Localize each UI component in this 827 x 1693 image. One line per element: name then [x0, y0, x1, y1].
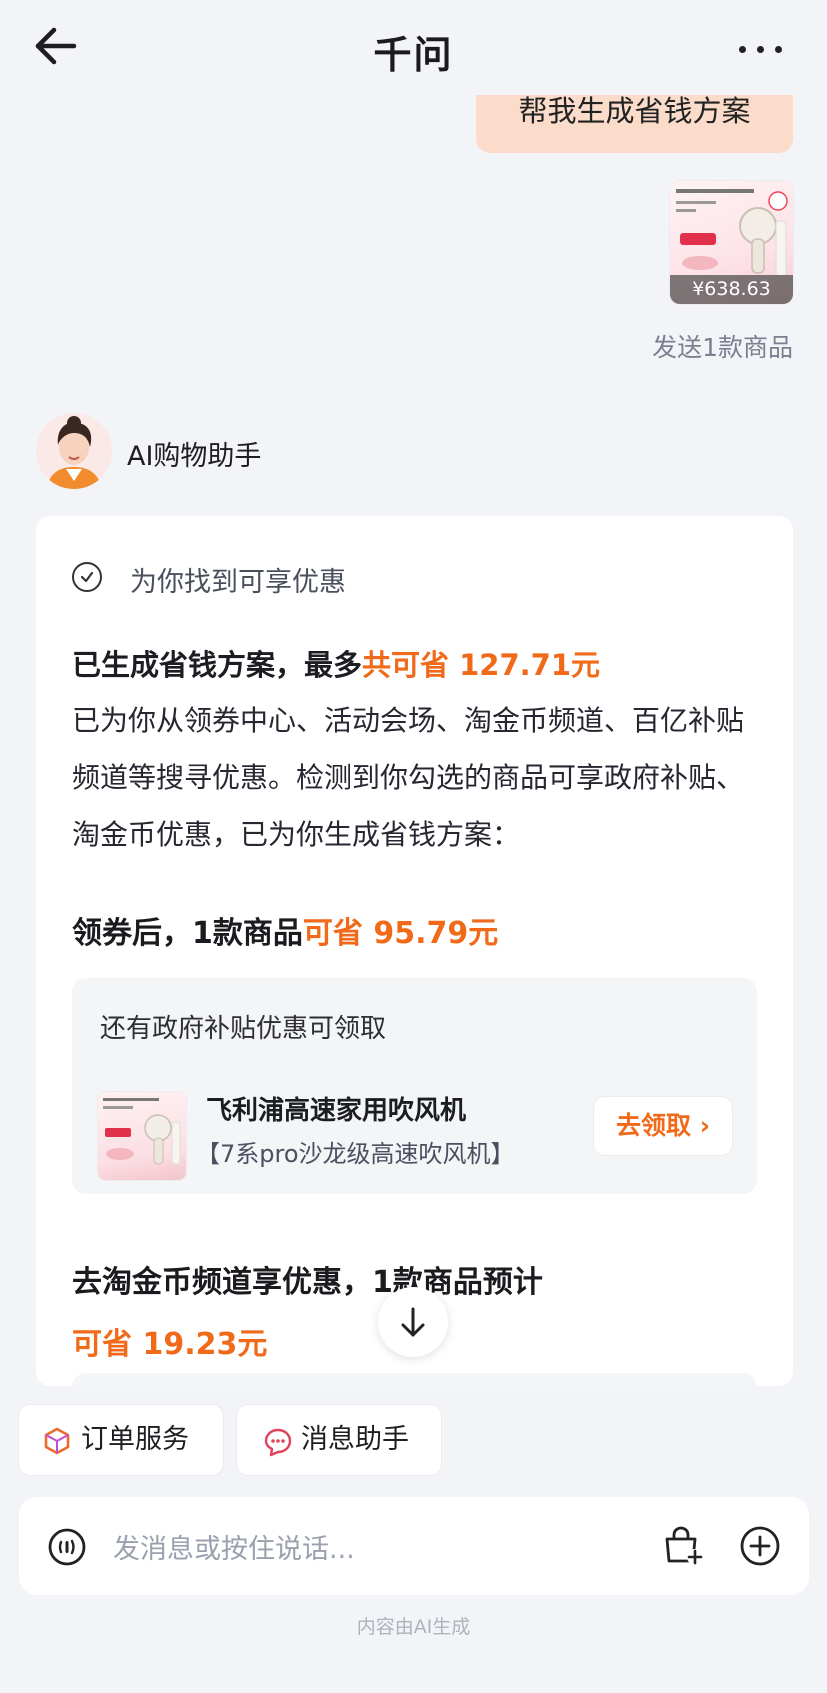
avatar-image — [36, 413, 112, 489]
arrow-down-icon — [401, 1307, 425, 1337]
coupon-savings: 可省 95.79元 — [302, 916, 499, 951]
message-input-bar: 发消息或按住说话... — [19, 1497, 809, 1595]
subsidy-product-name: 飞利浦高速家用吹风机 — [206, 1096, 467, 1126]
coin-section-title: 去淘金币频道享优惠，1款商品预计 可省 19.23元 — [72, 1252, 632, 1376]
dot-icon — [775, 46, 782, 53]
plan-title-prefix: 已生成省钱方案，最多 — [72, 648, 363, 682]
page-title: 千问 — [373, 33, 454, 77]
dot-icon — [757, 46, 764, 53]
subsidy-note: 还有政府补贴优惠可领取 — [100, 1014, 387, 1044]
sent-product-card[interactable]: ¥638.63 — [670, 181, 793, 304]
plan-description: 已为你从领券中心、活动会场、淘金币频道、百亿补贴频道等搜寻优惠。检测到你勾选的商… — [72, 704, 745, 851]
assistant-avatar — [36, 413, 112, 489]
user-message-bubble: 帮我生成省钱方案 — [476, 95, 793, 153]
search-status: 为你找到可享优惠 — [130, 567, 346, 598]
scroll-to-bottom-button[interactable] — [378, 1287, 448, 1357]
cube-icon — [44, 1427, 70, 1455]
subsidy-product-subtitle: 【7系pro沙龙级高速吹风机】 — [196, 1140, 515, 1168]
chat-bubble-icon — [264, 1428, 292, 1457]
plus-circle-icon[interactable] — [739, 1525, 781, 1567]
coupon-section-title: 领券后，1款商品可省 95.79元 — [72, 908, 498, 952]
user-message-text: 帮我生成省钱方案 — [518, 94, 751, 128]
coin-savings: 可省 19.23元 — [72, 1327, 268, 1362]
check-circle-icon — [72, 562, 102, 592]
more-options-button[interactable] — [738, 42, 786, 56]
hair-dryer-image — [103, 1098, 181, 1165]
subsidy-product-image[interactable] — [98, 1092, 186, 1180]
voice-input-icon[interactable] — [47, 1527, 87, 1567]
order-service-chip[interactable]: 订单服务 — [18, 1404, 224, 1476]
chip-label: 订单服务 — [81, 1424, 189, 1455]
claim-subsidy-button[interactable]: 去领取 › — [593, 1096, 733, 1156]
ai-disclaimer: 内容由AI生成 — [356, 1616, 471, 1638]
shopping-bag-add-icon[interactable] — [661, 1525, 705, 1567]
assistant-response-card: 为你找到可享优惠 已生成省钱方案，最多共可省 127.71元 已为你从领券中心、… — [36, 516, 793, 1386]
message-input[interactable]: 发消息或按住说话... — [113, 1527, 355, 1566]
plan-savings-total: 共可省 127.71元 — [362, 648, 601, 682]
coin-section-text: 去淘金币频道享优惠，1款商品预计 — [72, 1265, 543, 1300]
subsidy-panel: 还有政府补贴优惠可领取 飞利浦高速家用吹风机 【7系pro沙龙级高速吹风机】 去… — [72, 978, 757, 1194]
assistant-name: AI购物助手 — [127, 441, 262, 472]
dot-icon — [739, 46, 746, 53]
sent-products-note: 发送1款商品 — [652, 333, 793, 362]
message-assistant-chip[interactable]: 消息助手 — [236, 1404, 442, 1476]
coupon-section-prefix: 领券后，1款商品 — [72, 916, 303, 951]
product-price: ¥638.63 — [670, 275, 793, 304]
chip-label: 消息助手 — [301, 1424, 409, 1455]
plan-title: 已生成省钱方案，最多共可省 127.71元 — [72, 642, 600, 684]
next-panel-peek — [72, 1373, 757, 1386]
